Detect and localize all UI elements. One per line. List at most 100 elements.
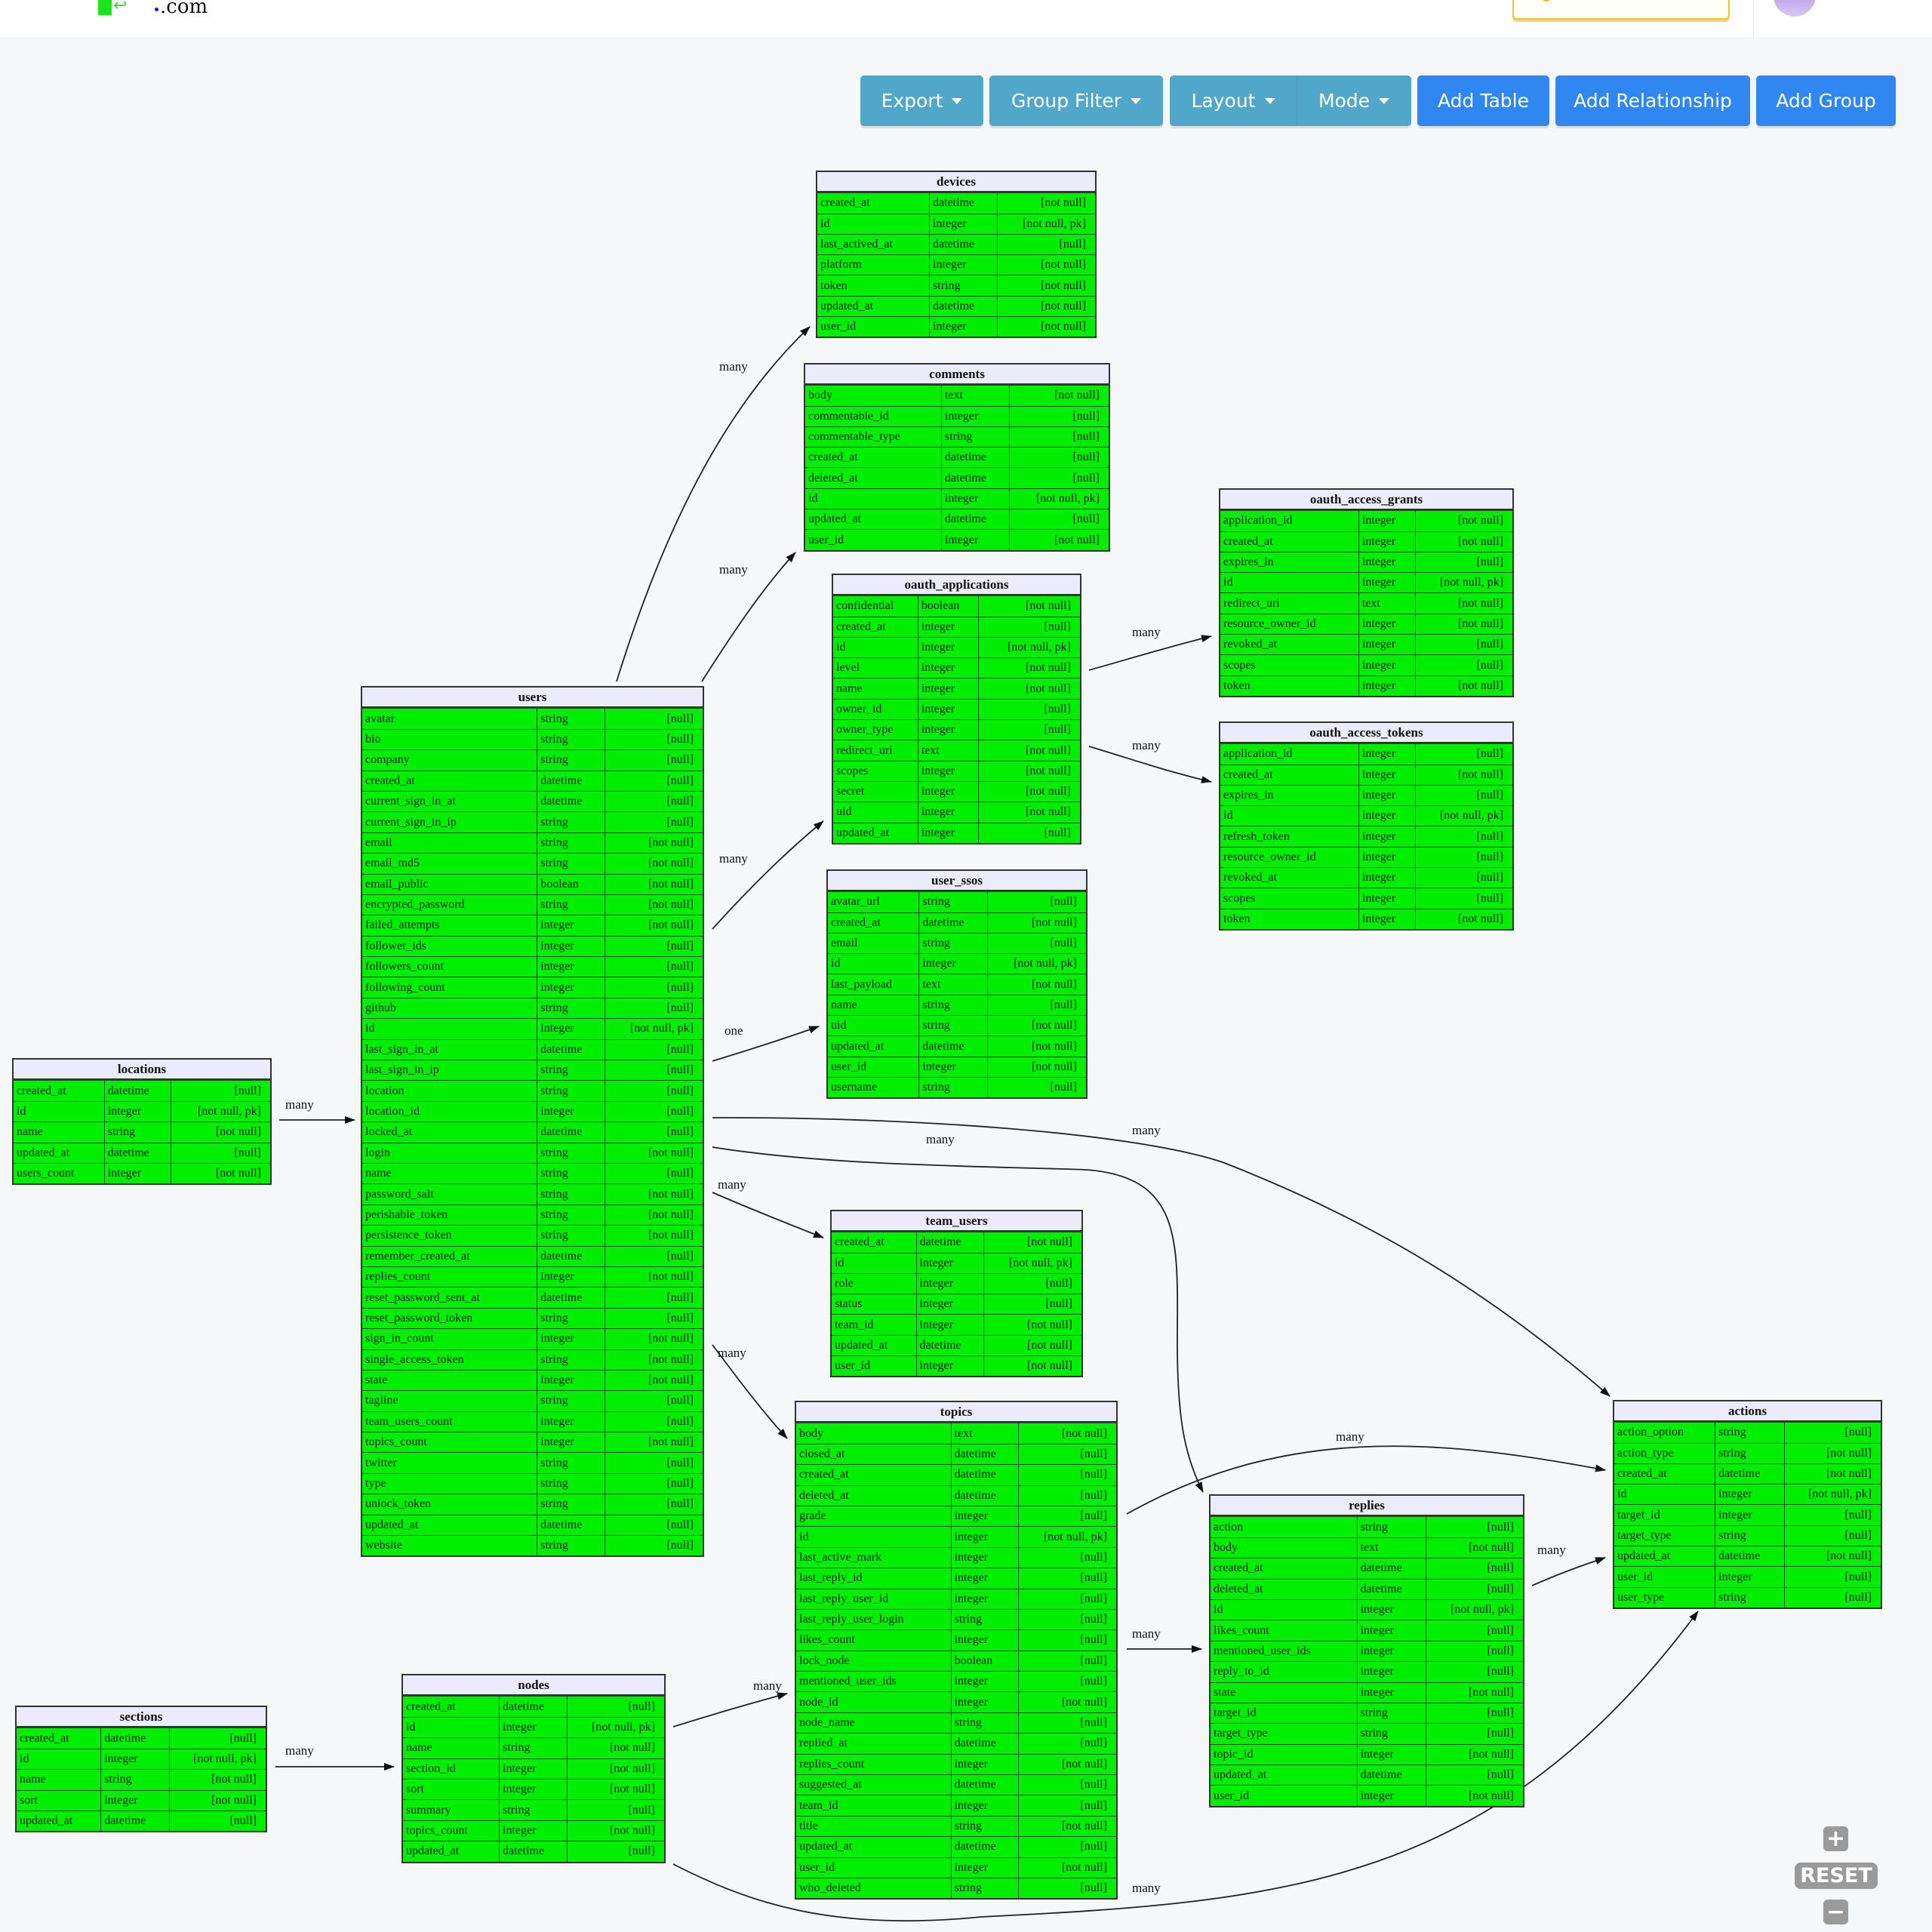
- table-row[interactable]: owner_type integer [null]: [833, 719, 1080, 740]
- relationship-label[interactable]: many: [719, 562, 748, 577]
- relationship-label[interactable]: many: [719, 851, 748, 866]
- table-row[interactable]: updated_at datetime [not null]: [817, 295, 1095, 317]
- mode-dropdown[interactable]: Mode: [1297, 75, 1411, 126]
- table-row[interactable]: users_count integer [not null]: [14, 1162, 270, 1184]
- table-row[interactable]: uid integer [not null]: [833, 801, 1080, 823]
- table-row[interactable]: node_name string [null]: [796, 1712, 1116, 1734]
- table-row[interactable]: application_id integer [null]: [1220, 743, 1512, 764]
- table-row[interactable]: name integer [not null]: [833, 678, 1080, 699]
- table-row[interactable]: username string [null]: [828, 1076, 1086, 1098]
- table-row[interactable]: title string [not null]: [796, 1815, 1116, 1837]
- table-row[interactable]: created_at integer [not null]: [1220, 764, 1512, 785]
- table-row[interactable]: email_public boolean [not null]: [362, 873, 703, 894]
- relationship-label[interactable]: many: [718, 1346, 746, 1361]
- table-row[interactable]: login string [not null]: [362, 1142, 703, 1163]
- table-row[interactable]: platform integer [not null]: [817, 254, 1095, 275]
- table-row[interactable]: created_at datetime [not null]: [1614, 1463, 1881, 1484]
- table-row[interactable]: last_reply_id integer [null]: [796, 1567, 1116, 1589]
- zoom-in-button[interactable]: +: [1823, 1826, 1848, 1852]
- table-row[interactable]: github string [null]: [362, 997, 703, 1019]
- zoom-out-button[interactable]: −: [1823, 1899, 1848, 1925]
- table-row[interactable]: status integer [null]: [832, 1294, 1081, 1315]
- table-row[interactable]: created_at datetime [null]: [17, 1727, 266, 1749]
- table-row[interactable]: owner_id integer [null]: [833, 698, 1080, 720]
- table-row[interactable]: id integer [not null, pk]: [403, 1716, 664, 1738]
- table-row[interactable]: target_id integer [null]: [1614, 1504, 1881, 1525]
- relationship-label[interactable]: many: [1132, 1123, 1161, 1138]
- table-row[interactable]: likes_count integer [null]: [1211, 1620, 1523, 1641]
- table-row[interactable]: name string [null]: [828, 994, 1086, 1016]
- table-row[interactable]: id integer [not null, pk]: [1220, 572, 1512, 593]
- table-row[interactable]: user_id integer [not null]: [817, 316, 1095, 337]
- table-row[interactable]: body text [not null]: [805, 385, 1109, 406]
- relationship-label[interactable]: many: [1132, 1626, 1161, 1641]
- table-row[interactable]: email string [not null]: [362, 832, 703, 854]
- table-row[interactable]: id integer [not null, pk]: [17, 1748, 266, 1770]
- table-row[interactable]: token integer [not null]: [1220, 908, 1512, 929]
- logo-icon[interactable]: [98, 0, 112, 15]
- table-title[interactable]: user_ssos: [828, 871, 1086, 892]
- table-row[interactable]: application_id integer [not null]: [1220, 510, 1512, 531]
- table-row[interactable]: last_reply_user_id integer [null]: [796, 1588, 1116, 1609]
- table-row[interactable]: following_count integer [null]: [362, 977, 703, 998]
- table-row[interactable]: updated_at datetime [null]: [403, 1841, 664, 1862]
- table-title[interactable]: sections: [17, 1707, 266, 1728]
- table-row[interactable]: created_at datetime [null]: [796, 1464, 1116, 1485]
- table-row[interactable]: suggested_at datetime [null]: [796, 1774, 1116, 1795]
- table-row[interactable]: team_id integer [null]: [796, 1795, 1116, 1816]
- table-row[interactable]: twitter string [null]: [362, 1452, 703, 1473]
- table-row[interactable]: updated_at datetime [null]: [796, 1836, 1116, 1857]
- table-row[interactable]: updated_at datetime [null]: [17, 1810, 266, 1832]
- table-nodes[interactable]: nodes created_at datetime [null] id integer [n…: [401, 1674, 666, 1863]
- relationship-label[interactable]: many: [926, 1132, 955, 1147]
- table-row[interactable]: user_id integer [not null]: [805, 529, 1109, 550]
- export-dropdown[interactable]: Export: [860, 75, 983, 126]
- table-row[interactable]: id integer [not null, pk]: [805, 488, 1109, 509]
- table-row[interactable]: team_id integer [not null]: [832, 1314, 1081, 1335]
- table-row[interactable]: uid string [not null]: [828, 1015, 1086, 1036]
- relationship-label[interactable]: many: [1132, 625, 1161, 640]
- table-row[interactable]: action string [null]: [1211, 1516, 1523, 1537]
- add-relationship-button[interactable]: Add Relationship: [1555, 75, 1750, 126]
- table-row[interactable]: name string [not null]: [14, 1121, 270, 1143]
- table-row[interactable]: updated_at datetime [null]: [362, 1514, 703, 1536]
- table-row[interactable]: user_id integer [not null]: [796, 1857, 1116, 1878]
- table-row[interactable]: type string [null]: [362, 1472, 703, 1494]
- table-row[interactable]: node_id integer [not null]: [796, 1691, 1116, 1712]
- table-row[interactable]: revoked_at integer [null]: [1220, 634, 1512, 655]
- table-title[interactable]: locations: [14, 1060, 270, 1081]
- table-row[interactable]: sort integer [not null]: [17, 1789, 266, 1810]
- relationship-label[interactable]: many: [285, 1097, 314, 1112]
- table-row[interactable]: role integer [null]: [832, 1272, 1081, 1294]
- table-row[interactable]: sort integer [not null]: [403, 1778, 664, 1800]
- table-row[interactable]: summary string [null]: [403, 1799, 664, 1820]
- table-title[interactable]: topics: [796, 1402, 1116, 1423]
- table-title[interactable]: oauth_access_grants: [1220, 490, 1512, 511]
- table-row[interactable]: id integer [not null, pk]: [1211, 1598, 1523, 1620]
- table-row[interactable]: state integer [not null]: [1211, 1681, 1523, 1703]
- table-row[interactable]: follower_ids integer [null]: [362, 935, 703, 957]
- table-row[interactable]: created_at datetime [null]: [1211, 1558, 1523, 1579]
- table-row[interactable]: id integer [not null, pk]: [362, 1018, 703, 1039]
- table-row[interactable]: id integer [not null, pk]: [833, 636, 1080, 658]
- table-title[interactable]: devices: [817, 172, 1095, 193]
- table-title[interactable]: oauth_access_tokens: [1220, 723, 1512, 744]
- table-row[interactable]: name string [null]: [362, 1162, 703, 1184]
- table-row[interactable]: user_id integer [not null]: [1211, 1785, 1523, 1806]
- table-row[interactable]: sign_in_count integer [not null]: [362, 1328, 703, 1349]
- table-row[interactable]: last_payload text [not null]: [828, 974, 1086, 995]
- table-row[interactable]: single_access_token string [not null]: [362, 1349, 703, 1370]
- table-row[interactable]: remember_created_at datetime [null]: [362, 1245, 703, 1266]
- table-row[interactable]: scopes integer [null]: [1220, 654, 1512, 675]
- table-users[interactable]: users avatar string [null] bio string [null] co…: [361, 686, 704, 1558]
- table-row[interactable]: closed_at datetime [null]: [796, 1443, 1116, 1465]
- table-row[interactable]: last_actived_at datetime [null]: [817, 233, 1095, 255]
- table-row[interactable]: name string [not null]: [403, 1737, 664, 1758]
- table-title[interactable]: replies: [1211, 1496, 1523, 1517]
- relationship-label[interactable]: many: [285, 1743, 314, 1758]
- table-row[interactable]: last_sign_in_ip string [null]: [362, 1060, 703, 1081]
- table-row[interactable]: tagline string [null]: [362, 1390, 703, 1411]
- table-row[interactable]: secret integer [not null]: [833, 780, 1080, 802]
- table-row[interactable]: topic_id integer [not null]: [1211, 1743, 1523, 1765]
- table-row[interactable]: location_id integer [null]: [362, 1100, 703, 1122]
